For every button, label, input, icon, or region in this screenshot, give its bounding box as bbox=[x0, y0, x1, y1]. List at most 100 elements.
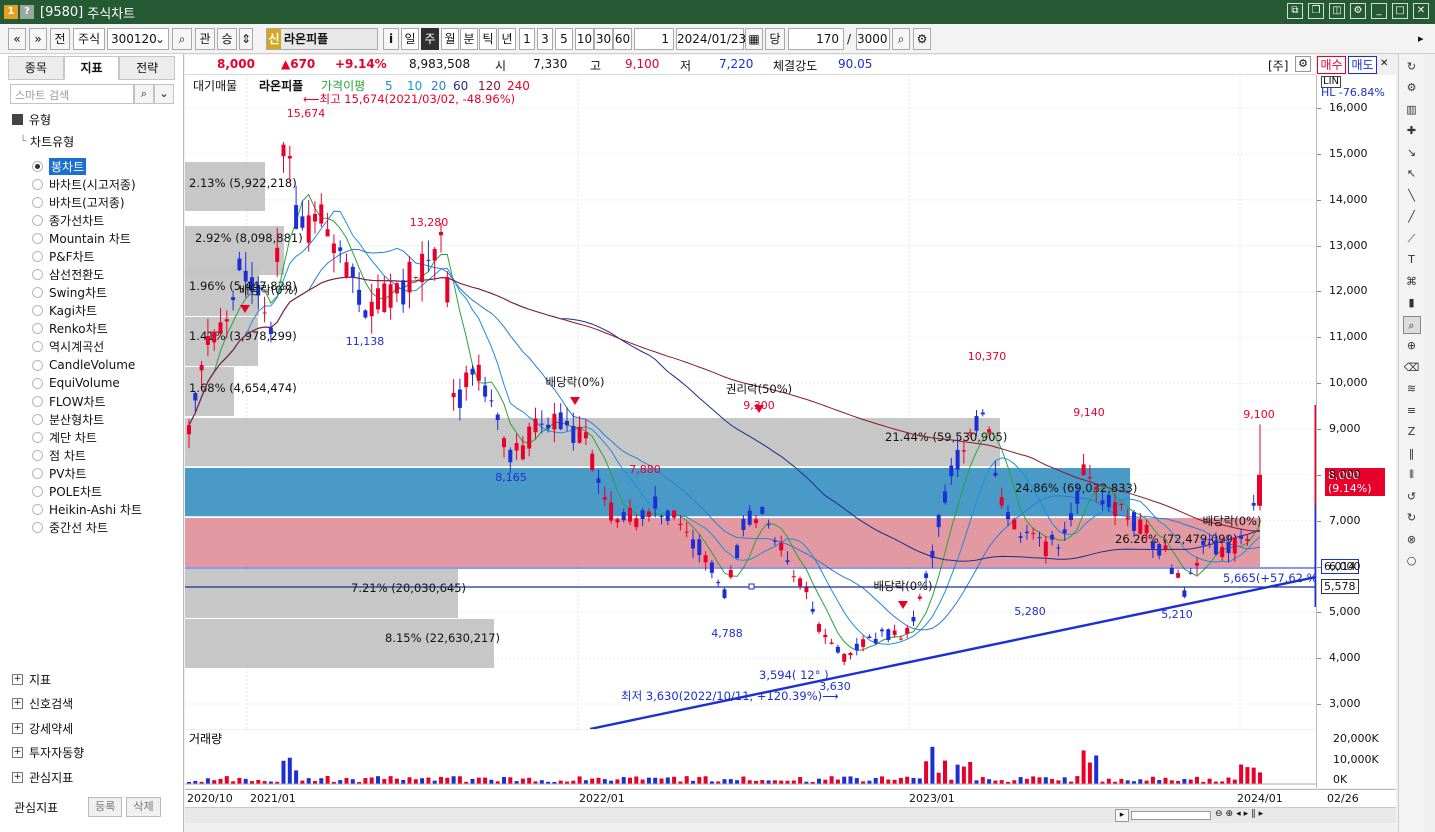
chart-type-option[interactable]: 중간선 차트 bbox=[32, 519, 142, 537]
chart-type-option[interactable]: POLE차트 bbox=[32, 483, 142, 501]
radio-icon[interactable] bbox=[32, 450, 43, 462]
pause-icon[interactable]: ∥ bbox=[1251, 809, 1256, 819]
interval-5[interactable]: 5 bbox=[555, 28, 573, 50]
legend-item[interactable]: 라온피플 bbox=[259, 78, 303, 93]
legend-item[interactable]: 가격이평 bbox=[321, 79, 365, 93]
chart-type-option[interactable]: CandleVolume bbox=[32, 356, 142, 374]
toolbar-more-icon[interactable]: ▸ bbox=[1418, 32, 1424, 45]
chart-type-option[interactable]: EquiVolume bbox=[32, 374, 142, 392]
tab-strategy[interactable]: 전략 bbox=[119, 56, 176, 80]
eraser-icon[interactable]: ⌫ bbox=[1403, 359, 1421, 377]
period-month[interactable]: 월 bbox=[441, 28, 459, 50]
up-button[interactable]: 승 bbox=[217, 28, 237, 50]
help-icon[interactable]: ? bbox=[20, 5, 34, 19]
legend-item[interactable]: 240 bbox=[507, 79, 530, 93]
close-icon[interactable]: ✕ bbox=[1413, 3, 1429, 19]
camera-icon[interactable]: ◫ bbox=[1329, 3, 1345, 19]
period-tick[interactable]: 틱 bbox=[479, 28, 497, 50]
radio-icon[interactable] bbox=[32, 431, 43, 443]
buy-button[interactable]: 매수 bbox=[1317, 56, 1346, 74]
zoom-icon[interactable]: ⌕ bbox=[892, 28, 910, 50]
search-icon[interactable]: ⌕ bbox=[172, 28, 192, 50]
radio-icon[interactable] bbox=[32, 287, 43, 299]
tab-stocks[interactable]: 종목 bbox=[8, 56, 64, 80]
minimize-icon[interactable]: _ bbox=[1371, 3, 1387, 19]
trend-handle[interactable] bbox=[748, 583, 755, 590]
interval-60[interactable]: 60 bbox=[613, 28, 632, 50]
legend-item[interactable]: 60 bbox=[453, 79, 468, 93]
date-input[interactable]: 2024/01/23 bbox=[676, 28, 746, 50]
current-button[interactable]: 당 bbox=[765, 28, 785, 50]
market-select[interactable]: 주식 bbox=[73, 28, 105, 50]
close-panel-icon[interactable]: ✕ bbox=[1380, 58, 1388, 69]
section-3[interactable]: + 투자자동향 bbox=[12, 744, 84, 762]
radio-icon[interactable] bbox=[32, 160, 43, 172]
interval-count-input[interactable]: 1 bbox=[634, 28, 674, 50]
magnifier-icon[interactable]: ⌕ bbox=[1402, 315, 1421, 334]
crosshair-icon[interactable]: ✚ bbox=[1403, 122, 1421, 140]
radio-icon[interactable] bbox=[32, 178, 43, 190]
chart-type-option[interactable]: 삼선전환도 bbox=[32, 266, 142, 284]
view-count-input[interactable]: 170 bbox=[788, 28, 844, 50]
zoom-out-icon[interactable]: ⊖ bbox=[1215, 809, 1223, 819]
zoom-tool-icon[interactable]: ⊕ bbox=[1403, 337, 1421, 355]
zoom-in-icon[interactable]: ⊕ bbox=[1226, 809, 1234, 819]
watch-button[interactable]: 관 bbox=[195, 28, 215, 50]
period-minute[interactable]: 분 bbox=[460, 28, 478, 50]
period-year[interactable]: 년 bbox=[498, 28, 516, 50]
multi-lines-icon[interactable]: ⦀ bbox=[1403, 466, 1421, 484]
radio-icon[interactable] bbox=[32, 413, 43, 425]
info-icon[interactable]: i bbox=[383, 28, 399, 50]
circle-icon[interactable]: ○ bbox=[1403, 552, 1421, 570]
period-day[interactable]: 일 bbox=[401, 28, 419, 50]
smart-search-input[interactable]: 스마트 검색 bbox=[10, 84, 134, 104]
candle-tool-icon[interactable]: ▮ bbox=[1403, 294, 1421, 312]
radio-icon[interactable] bbox=[32, 395, 43, 407]
vertical-lines-icon[interactable]: ‖ bbox=[1403, 445, 1421, 463]
radio-icon[interactable] bbox=[32, 323, 43, 335]
radio-icon[interactable] bbox=[32, 305, 43, 317]
radio-icon[interactable] bbox=[32, 486, 43, 498]
legend-item[interactable]: 10 bbox=[407, 79, 422, 93]
tab-indicators[interactable]: 지표 bbox=[63, 56, 120, 80]
stock-list-button[interactable]: » bbox=[29, 28, 47, 50]
section-4[interactable]: + 관심지표 bbox=[12, 768, 73, 786]
section-1[interactable]: + 신호검색 bbox=[12, 695, 73, 713]
z-line-icon[interactable]: Z bbox=[1403, 423, 1421, 441]
prev-stock-button[interactable]: « bbox=[8, 28, 26, 50]
period-week[interactable]: 주 bbox=[421, 28, 439, 50]
chart-type-option[interactable]: 봉차트 bbox=[32, 157, 142, 175]
chart-settings-icon[interactable]: ⚙ bbox=[1295, 56, 1311, 72]
gear-icon[interactable]: ⚙ bbox=[1403, 79, 1421, 97]
section-0[interactable]: + 지표 bbox=[12, 670, 51, 688]
radio-icon[interactable] bbox=[32, 232, 43, 244]
section-type[interactable]: 유형 bbox=[12, 110, 51, 128]
settings-icon[interactable]: ⚙ bbox=[1350, 3, 1366, 19]
radio-icon[interactable] bbox=[32, 269, 43, 281]
legend-item[interactable]: 20 bbox=[431, 79, 446, 93]
channel-icon[interactable]: ≡ bbox=[1403, 402, 1421, 420]
chart-type-option[interactable]: 분산형차트 bbox=[32, 410, 142, 428]
diagonal-line-icon[interactable]: ╱ bbox=[1403, 208, 1421, 226]
chart-type-option[interactable]: Renko차트 bbox=[32, 320, 142, 338]
fibonacci-icon[interactable]: ≋ bbox=[1403, 380, 1421, 398]
play-icon[interactable]: ▸ bbox=[1244, 809, 1249, 819]
total-count-input[interactable]: 3000 bbox=[856, 28, 890, 50]
chart-type-option[interactable]: 바차트(시고저종) bbox=[32, 175, 142, 193]
pattern-icon[interactable]: ⌘ bbox=[1403, 273, 1421, 291]
prev-button[interactable]: 전 bbox=[50, 28, 70, 50]
chart-type-option[interactable]: 바차트(고저종) bbox=[32, 193, 142, 211]
radio-icon[interactable] bbox=[32, 251, 43, 263]
chart-scrollbar[interactable]: ▸ ⊖ ⊕ ◂ ▸ ∥ ▸ bbox=[185, 807, 1396, 823]
price-chart[interactable]: 2.13% (5,922,218)2.92% (8,098,881)1.96% … bbox=[185, 75, 1316, 729]
interval-30[interactable]: 30 bbox=[594, 28, 613, 50]
legend-item[interactable]: 대기매물 bbox=[193, 79, 237, 93]
chart-type-option[interactable]: 종가선차트 bbox=[32, 211, 142, 229]
legend-item[interactable]: 120 bbox=[478, 79, 501, 93]
group-chart-type[interactable]: └ 차트유형 bbox=[20, 132, 74, 150]
delete-button[interactable]: 삭제 bbox=[126, 797, 161, 817]
radio-icon[interactable] bbox=[32, 522, 43, 534]
register-button[interactable]: 등록 bbox=[88, 797, 123, 817]
undo-icon[interactable]: ↺ bbox=[1403, 488, 1421, 506]
updown-spinner-icon[interactable]: ⇕ bbox=[239, 28, 253, 50]
